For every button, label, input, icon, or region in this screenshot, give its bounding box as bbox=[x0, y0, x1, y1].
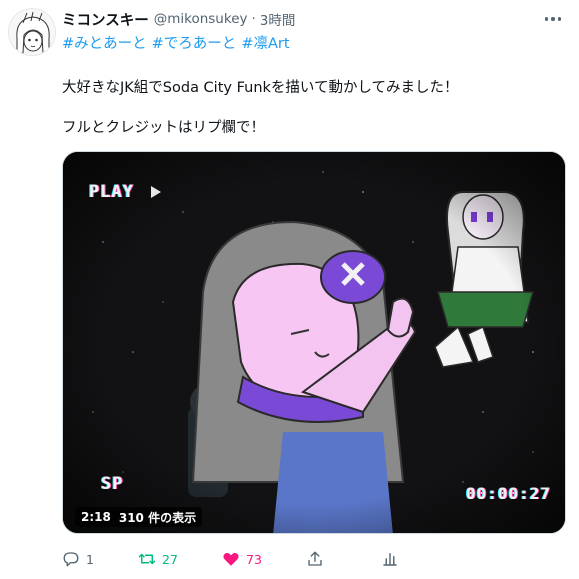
play-triangle-icon bbox=[151, 186, 161, 198]
view-count: 310 件の表示 bbox=[118, 510, 197, 525]
tweet-card[interactable]: ミコンスキー @mikonsukey · 3時間 #みとあーと #でろあーと #… bbox=[0, 0, 579, 579]
share-button[interactable] bbox=[306, 546, 324, 572]
video-frame bbox=[63, 152, 565, 533]
retweet-button[interactable]: 27 bbox=[138, 546, 178, 572]
heart-icon bbox=[223, 552, 239, 566]
video-duration: 2:18 bbox=[81, 510, 111, 524]
analytics-button[interactable] bbox=[381, 546, 399, 572]
vhs-play-label: PLAY bbox=[89, 182, 134, 202]
reply-count: 1 bbox=[86, 551, 94, 567]
retweet-count: 27 bbox=[162, 551, 178, 567]
user-handle[interactable]: @mikonsukey bbox=[154, 11, 248, 27]
hashtag-link[interactable]: #みとあーと bbox=[62, 32, 147, 53]
timestamp[interactable]: 3時間 bbox=[260, 9, 296, 29]
like-button[interactable]: 73 bbox=[222, 546, 262, 572]
action-bar: 1 27 73 bbox=[56, 546, 566, 572]
avatar[interactable] bbox=[8, 8, 56, 56]
display-name[interactable]: ミコンスキー bbox=[62, 9, 149, 30]
tweet-header: ミコンスキー @mikonsukey · 3時間 bbox=[62, 9, 295, 29]
hashtag-link[interactable]: #でろあーと bbox=[152, 32, 237, 53]
hashtag-link[interactable]: #凛Art bbox=[241, 32, 289, 53]
like-count: 73 bbox=[246, 551, 262, 567]
analytics-icon bbox=[383, 553, 397, 566]
duration-badge: 2:18 310 件の表示 bbox=[75, 507, 203, 527]
more-dots-icon[interactable] bbox=[543, 10, 563, 28]
hashtag-list: #みとあーと #でろあーと #凛Art bbox=[62, 32, 290, 53]
reply-icon bbox=[63, 552, 79, 567]
separator-dot: · bbox=[251, 11, 256, 27]
video-player[interactable]: PLAY SP 00:00:27 2:18 310 件の表示 bbox=[62, 151, 566, 534]
share-icon bbox=[308, 551, 322, 566]
tweet-text-line-1: 大好きなJK組でSoda City Funkを描いて動かしてみました！ bbox=[62, 80, 459, 96]
vhs-sp-label: SP bbox=[101, 474, 124, 494]
tweet-text-line-2: フルとクレジットはリプ欄で！ bbox=[62, 120, 265, 136]
reply-button[interactable]: 1 bbox=[62, 546, 94, 572]
retweet-icon bbox=[138, 553, 156, 565]
vhs-time-counter: 00:00:27 bbox=[466, 484, 552, 503]
